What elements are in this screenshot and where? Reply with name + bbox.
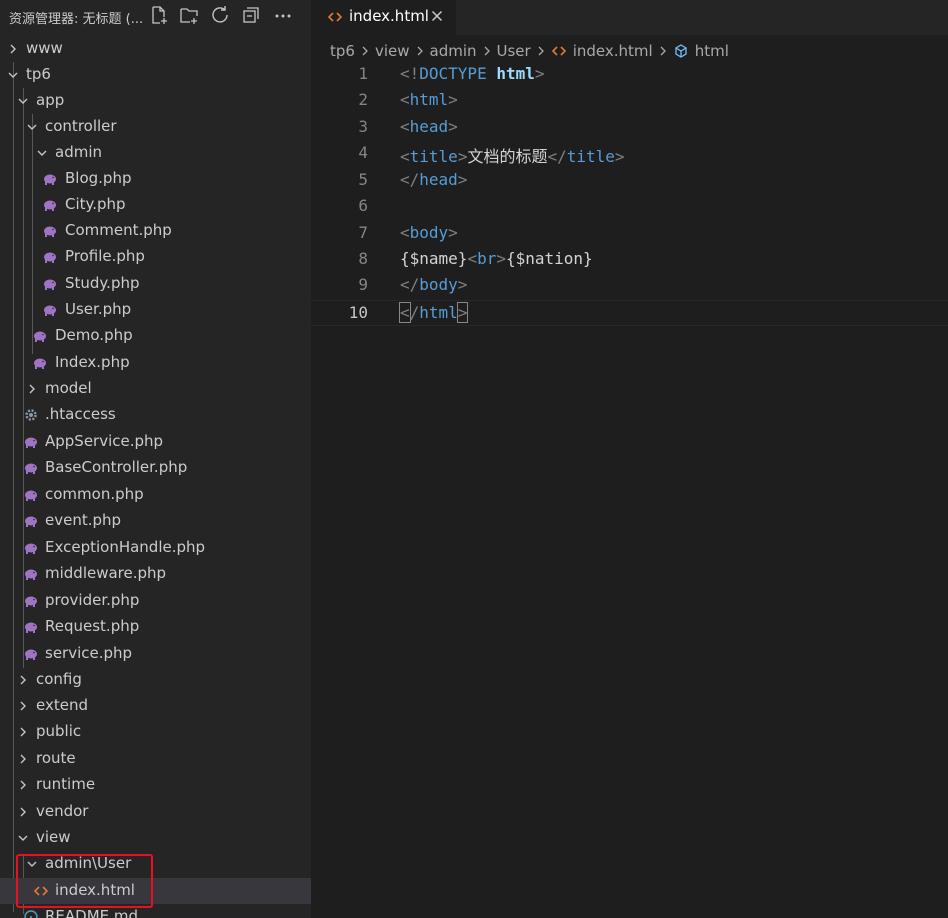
line-number: 4 (358, 143, 368, 162)
code-line: 4 <title>文档的标题</title> (311, 141, 948, 167)
tree-file-appservice-php[interactable]: AppService.php (0, 429, 311, 455)
tree-file-request-php[interactable]: Request.php (0, 614, 311, 640)
tree-file-common-php[interactable]: common.php (0, 482, 311, 508)
php-elephant-icon (23, 566, 39, 582)
tree-file-exceptionhandle-php[interactable]: ExceptionHandle.php (0, 535, 311, 561)
chevron-right-icon (358, 44, 372, 58)
php-elephant-icon (23, 460, 39, 476)
tree-file-profile-php[interactable]: Profile.php (0, 244, 311, 270)
new-file-icon[interactable] (148, 4, 170, 26)
php-elephant-icon (42, 197, 58, 213)
breadcrumb-item[interactable]: admin (430, 42, 477, 60)
tree-folder-view[interactable]: view (0, 825, 311, 851)
line-number: 6 (358, 196, 368, 215)
php-elephant-icon (32, 328, 48, 344)
php-elephant-icon (23, 646, 39, 662)
php-elephant-icon (42, 171, 58, 187)
breadcrumb-item[interactable]: html (695, 42, 729, 60)
tree-file-demo-php[interactable]: Demo.php (0, 323, 311, 349)
line-number: 2 (358, 90, 368, 109)
editor-pane: index.html tp6 view admin User index.htm… (311, 0, 948, 918)
code-line: 5 </head> (311, 168, 948, 194)
tree-file-middleware-php[interactable]: middleware.php (0, 561, 311, 587)
tab-bar: index.html (311, 0, 948, 35)
line-number: 7 (358, 223, 368, 242)
php-elephant-icon (42, 249, 58, 265)
tree-folder-tp6[interactable]: tp6 (0, 62, 311, 88)
php-elephant-icon (42, 302, 58, 318)
tree-folder-vendor[interactable]: vendor (0, 799, 311, 825)
tree-file-service-php[interactable]: service.php (0, 641, 311, 667)
chevron-right-icon (656, 44, 670, 58)
new-folder-icon[interactable] (178, 4, 200, 26)
html-code-icon (551, 43, 567, 59)
chevron-right-icon (480, 44, 494, 58)
more-actions-icon[interactable] (272, 4, 294, 26)
php-elephant-icon (42, 276, 58, 292)
tree-folder-app[interactable]: app (0, 88, 311, 114)
code-line: 6 (311, 194, 948, 220)
line-number: 1 (358, 64, 368, 83)
code-line: 3 <head> (311, 115, 948, 141)
code-line: 2 <html> (311, 88, 948, 114)
symbol-class-icon (673, 43, 689, 59)
close-icon[interactable] (429, 8, 445, 24)
line-number: 5 (358, 170, 368, 189)
breadcrumb-item[interactable]: index.html (573, 42, 653, 60)
tab-index-html[interactable]: index.html (311, 0, 456, 35)
line-number: 3 (358, 117, 368, 136)
refresh-icon[interactable] (209, 4, 231, 26)
tree-file-basecontroller-php[interactable]: BaseController.php (0, 455, 311, 481)
php-elephant-icon (23, 619, 39, 635)
code-line: 1 <!DOCTYPE html> (311, 62, 948, 88)
chevron-right-icon (413, 44, 427, 58)
tree-file-index-php[interactable]: Index.php (0, 350, 311, 376)
tree-folder-runtime[interactable]: runtime (0, 772, 311, 798)
tree-file-htaccess[interactable]: .htaccess (0, 402, 311, 428)
tree-file-provider-php[interactable]: provider.php (0, 588, 311, 614)
code-line: 7 <body> (311, 221, 948, 247)
explorer-title: 资源管理器: 无标题 (... (9, 12, 144, 27)
php-elephant-icon (32, 355, 48, 371)
tree-file-blog-php[interactable]: Blog.php (0, 166, 311, 192)
info-icon (23, 909, 39, 918)
gear-icon (23, 407, 39, 423)
breadcrumb-item[interactable]: view (375, 42, 410, 60)
breadcrumb-item[interactable]: tp6 (330, 42, 355, 60)
php-elephant-icon (23, 593, 39, 609)
tree-folder-www[interactable]: www (0, 36, 311, 62)
php-elephant-icon (42, 223, 58, 239)
tree-file-study-php[interactable]: Study.php (0, 271, 311, 297)
php-elephant-icon (23, 434, 39, 450)
line-number: 9 (358, 275, 368, 294)
php-elephant-icon (23, 540, 39, 556)
line-number: 8 (358, 249, 368, 268)
tree-file-user-php[interactable]: User.php (0, 297, 311, 323)
code-line: 8 {$name}<br>{$nation} (311, 247, 948, 273)
html-code-icon (327, 9, 343, 25)
line-number: 10 (348, 303, 368, 322)
tree-folder-admin[interactable]: admin (0, 140, 311, 166)
tab-label: index.html (349, 7, 429, 25)
collapse-all-icon[interactable] (240, 4, 262, 26)
tree-folder-public[interactable]: public (0, 719, 311, 745)
php-elephant-icon (23, 487, 39, 503)
explorer-sidebar: 资源管理器: 无标题 (... www tp6 app controller a… (0, 0, 311, 918)
tree-folder-route[interactable]: route (0, 746, 311, 772)
tree-folder-config[interactable]: config (0, 667, 311, 693)
code-line-current: 10 </html> (311, 300, 948, 326)
code-line: 9 </body> (311, 273, 948, 299)
tree-file-event-php[interactable]: event.php (0, 508, 311, 534)
tree-folder-controller[interactable]: controller (0, 114, 311, 140)
tree-folder-extend[interactable]: extend (0, 693, 311, 719)
tree-file-comment-php[interactable]: Comment.php (0, 218, 311, 244)
tree-file-city-php[interactable]: City.php (0, 192, 311, 218)
explorer-header: 资源管理器: 无标题 (... (0, 0, 311, 30)
highlight-annotation-box (16, 854, 153, 908)
tree-folder-model[interactable]: model (0, 376, 311, 402)
php-elephant-icon (23, 513, 39, 529)
breadcrumb-item[interactable]: User (497, 42, 531, 60)
breadcrumb: tp6 view admin User index.html html (330, 40, 729, 62)
chevron-right-icon (534, 44, 548, 58)
